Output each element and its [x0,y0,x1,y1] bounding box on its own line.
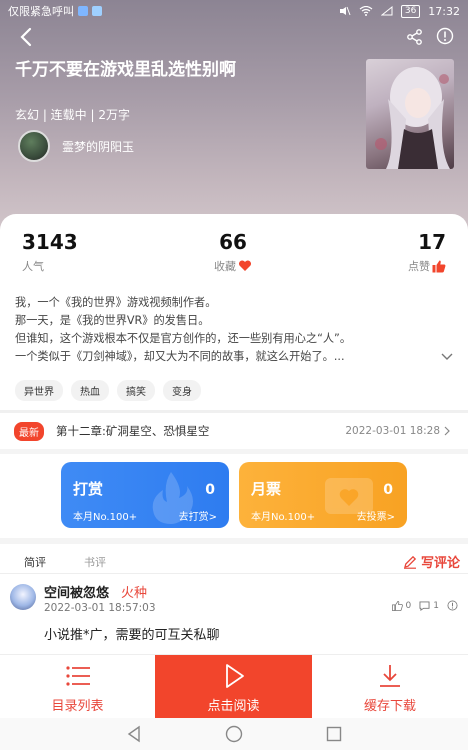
latest-badge: 最新 [14,421,44,441]
list-icon [65,666,90,686]
comment-reply-count: 1 [433,600,439,611]
description-line: 但谁知，这个游戏根本不仅是官方创作的，还一些别有用心之“人”。 [15,332,352,345]
signal-icon [380,6,393,16]
clock: 17:32 [428,4,460,18]
nav-recent-icon[interactable] [324,724,344,744]
comments-section: 简评 书评 写评论 空间被忽悠 火种 2022-03-01 18:57:03 0… [0,544,468,654]
book-cover [366,59,454,169]
comment-date: 2022-03-01 18:57:03 [44,602,156,614]
ticket-title: 月票 [251,480,282,498]
wifi-icon [359,6,373,16]
read-label: 点击阅读 [207,699,260,714]
tab-divider [0,573,468,574]
reward-rank: 本月No.100+ [73,512,138,523]
tag-item[interactable]: 热血 [71,380,109,401]
tag-list: 异世界 热血 搞笑 变身 [15,380,201,401]
ticket-rank: 本月No.100+ [251,512,316,523]
description-line: 一个类似于《刀剑神域》，却又大为不同的故事，就这么开始了。... [15,350,345,363]
heart-icon[interactable] [238,260,252,272]
reward-card[interactable]: 打赏 0 本月No.100+ 去打赏> [61,462,229,528]
download-label: 缓存下载 [363,699,416,714]
thumbs-up-icon[interactable] [432,260,446,273]
tag-item[interactable]: 搞笑 [117,380,155,401]
support-section: 打赏 0 本月No.100+ 去打赏> 月票 0 本月No.100+ 去投票> [0,454,468,538]
back-arrow-icon[interactable] [16,26,38,48]
likes-stat[interactable]: 17 点赞 [408,230,446,274]
book-meta: 玄幻 | 连载中 | 2万字 [15,108,130,122]
system-navigation-bar [0,718,468,750]
commenter-avatar[interactable] [10,584,36,610]
author-avatar[interactable] [18,130,50,162]
status-bar: 仅限紧急呼叫 36 17:32 [0,0,468,22]
comment-reply-button[interactable]: 1 [419,601,439,611]
comment-actions: 0 1 [391,600,458,611]
description-line: 我，一个《我的世界》游戏视频制作者。 [15,296,217,309]
catalog-label: 目录列表 [51,699,104,714]
tag-item[interactable]: 异世界 [15,380,63,401]
likes-label: 点赞 [408,260,430,273]
book-description: 我，一个《我的世界》游戏视频制作者。 那一天，是《我的世界VR》的发售日。 但谁… [15,294,435,366]
stats-row: 3143 人气 66 收藏 17 点赞 [0,230,468,274]
write-review-label: 写评论 [420,556,460,571]
download-icon [380,665,400,687]
ticket-count: 0 [383,482,393,498]
description-line: 那一天，是《我的世界VR》的发售日。 [15,314,210,327]
mute-icon [339,6,351,16]
reply-bubble-icon [419,600,430,611]
monthly-ticket-card[interactable]: 月票 0 本月No.100+ 去投票> [239,462,407,528]
top-bar [0,24,468,50]
catalog-button[interactable]: 目录列表 [0,655,155,719]
write-review-button[interactable]: 写评论 [403,552,460,571]
battery-indicator: 36 [400,4,421,18]
comment-tabs: 简评 书评 写评论 [0,552,468,574]
nav-back-icon[interactable] [124,724,144,744]
tab-book-review[interactable]: 书评 [84,554,106,570]
favorites-value: 66 [219,230,247,254]
expand-chevron-icon[interactable] [440,352,454,362]
author-name: 霊梦的阴阳玉 [62,139,135,154]
reward-count: 0 [205,482,215,498]
likes-value: 17 [418,230,446,254]
read-button[interactable]: 点击阅读 [155,655,312,719]
pencil-icon [403,555,417,569]
report-icon[interactable] [447,600,458,611]
latest-chapter-date: 2022-03-01 18:28 [345,425,440,437]
chevron-right-icon [444,426,450,436]
popularity-value: 3143 [22,230,78,254]
download-button[interactable]: 缓存下载 [312,655,468,719]
carrier-text: 仅限紧急呼叫 [8,5,74,18]
popularity-stat: 3143 人气 [22,230,78,274]
thumbs-up-outline-icon [391,600,403,611]
comment-text: 小说推*广，需要的可互关私聊 [44,628,220,643]
report-icon[interactable] [436,27,454,45]
commenter-badge: 火种 [121,586,148,601]
comment-like-button[interactable]: 0 [391,600,412,611]
tab-short-review[interactable]: 简评 [24,554,46,570]
bottom-action-bar: 目录列表 点击阅读 缓存下载 [0,654,468,719]
reward-action[interactable]: 去打赏> [179,508,217,523]
latest-chapter-row[interactable]: 最新 第十二章:矿洞星空、恐惧星空 2022-03-01 18:28 [0,413,468,449]
notification-icon [78,6,88,16]
ticket-action[interactable]: 去投票> [357,508,395,523]
favorites-label: 收藏 [214,260,236,273]
book-title: 千万不要在游戏里乱选性别啊 [15,60,236,80]
share-icon[interactable] [406,28,424,46]
comment-like-count: 0 [405,600,412,611]
commenter-name[interactable]: 空间被忽悠 [44,582,109,601]
reward-title: 打赏 [73,480,104,498]
book-info-card: 3143 人气 66 收藏 17 点赞 我，一个《我的世界》游戏视频制作者。 那… [0,214,468,410]
favorites-stat[interactable]: 66 收藏 [214,230,252,274]
nav-home-icon[interactable] [224,724,244,744]
tag-item[interactable]: 变身 [163,380,201,401]
play-icon [225,664,244,688]
latest-chapter-title: 第十二章:矿洞星空、恐惧星空 [56,424,210,438]
author-profile[interactable]: 霊梦的阴阳玉 [18,130,134,162]
popularity-label: 人气 [22,260,44,273]
cover-illustration [375,67,450,169]
notification-icon [92,6,102,16]
